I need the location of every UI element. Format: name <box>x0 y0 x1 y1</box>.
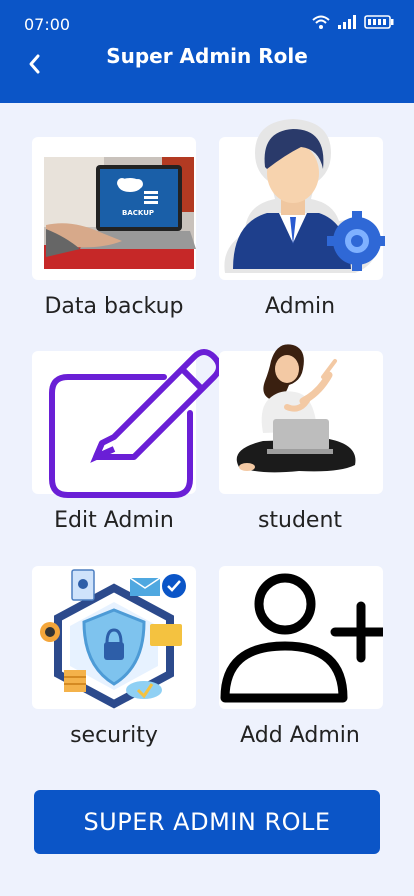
add-user-icon <box>220 573 383 703</box>
student-laptop-illustration <box>236 344 356 473</box>
tile-label-edit-admin: Edit Admin <box>54 508 174 533</box>
battery-icon <box>364 15 394 29</box>
tile-data-backup[interactable]: BACKUP <box>32 137 196 280</box>
tile-label-student: student <box>257 508 343 533</box>
tile-edit-admin[interactable] <box>32 349 222 498</box>
admin-avatar-gear-illustration <box>224 119 385 273</box>
status-icons <box>312 15 394 29</box>
tile-admin[interactable] <box>219 119 385 280</box>
tile-label-security: security <box>70 723 158 748</box>
edit-pencil-icon <box>49 349 222 498</box>
app-header: 07:00 Super Admin Role <box>0 0 414 103</box>
tile-label-add-admin: Add Admin <box>240 723 360 748</box>
tile-label-data-backup: Data backup <box>44 294 184 319</box>
signal-icon <box>338 15 356 29</box>
status-time: 07:00 <box>24 15 71 34</box>
tile-label-admin: Admin <box>264 294 336 319</box>
laptop-backup-illustration: BACKUP <box>44 157 196 269</box>
security-shield-network-illustration <box>40 569 186 709</box>
tile-add-admin[interactable] <box>219 566 383 709</box>
backup-screen-text: BACKUP <box>122 209 154 217</box>
page-title: Super Admin Role <box>106 44 308 68</box>
tile-security[interactable] <box>32 566 196 709</box>
super-admin-role-button[interactable]: SUPER ADMIN ROLE <box>34 790 380 854</box>
wifi-icon <box>312 15 330 29</box>
tile-student[interactable] <box>219 344 383 494</box>
